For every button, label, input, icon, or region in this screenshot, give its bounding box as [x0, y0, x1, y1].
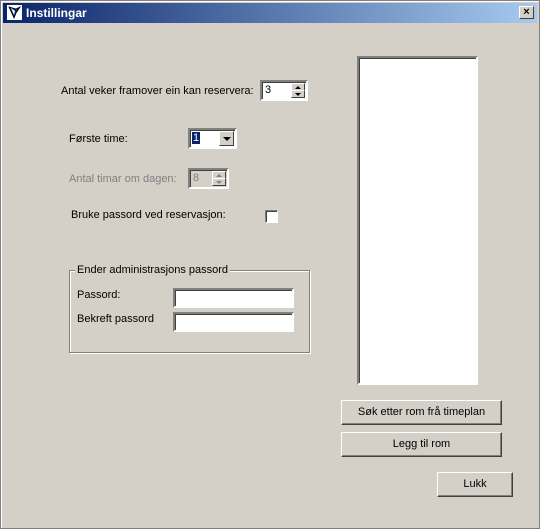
close-icon: × [523, 6, 530, 18]
use-password-label: Bruke passord ved reservasjon: [71, 209, 226, 221]
chevron-down-icon [223, 137, 231, 141]
arrow-up-icon [295, 86, 301, 89]
close-button[interactable]: Lukk [437, 472, 513, 497]
weeks-forward-value[interactable]: 3 [265, 84, 271, 96]
arrow-up-icon [216, 174, 222, 177]
first-hour-value: 1 [192, 132, 201, 144]
hours-per-day-label: Antal timar om dagen: [69, 173, 177, 185]
title-bar: Instillingar × [3, 3, 537, 23]
password-field[interactable] [173, 288, 294, 308]
settings-window: Instillingar × Antal veker framover ein … [0, 0, 540, 529]
hours-per-day-spinner[interactable]: 8 [188, 168, 229, 189]
first-hour-combobox[interactable]: 1 [188, 128, 237, 149]
arrow-down-icon [295, 93, 301, 96]
arrow-down-icon [216, 181, 222, 184]
confirm-password-field[interactable] [173, 312, 294, 332]
weeks-forward-spinner[interactable]: 3 [260, 80, 308, 101]
room-list[interactable] [357, 56, 478, 385]
add-room-button[interactable]: Legg til rom [341, 432, 502, 457]
close-window-button[interactable]: × [519, 6, 534, 19]
admin-password-group-title: Ender administrasjons passord [75, 264, 231, 276]
password-label: Passord: [77, 289, 121, 301]
search-rooms-button[interactable]: Søk etter rom frå timeplan [341, 400, 502, 425]
weeks-spin-down-button[interactable] [291, 90, 305, 98]
weeks-forward-label: Antal veker framover ein kan reservera: [61, 85, 254, 97]
window-title: Instillingar [26, 6, 87, 20]
hours-per-day-value: 8 [193, 172, 200, 184]
use-password-checkbox[interactable] [265, 210, 278, 223]
first-hour-dropdown-button[interactable] [219, 131, 234, 146]
hours-spin-down-button[interactable] [212, 178, 226, 186]
app-icon [7, 5, 22, 20]
first-hour-label: Første time: [69, 133, 128, 145]
confirm-password-label: Bekreft passord [77, 313, 155, 325]
